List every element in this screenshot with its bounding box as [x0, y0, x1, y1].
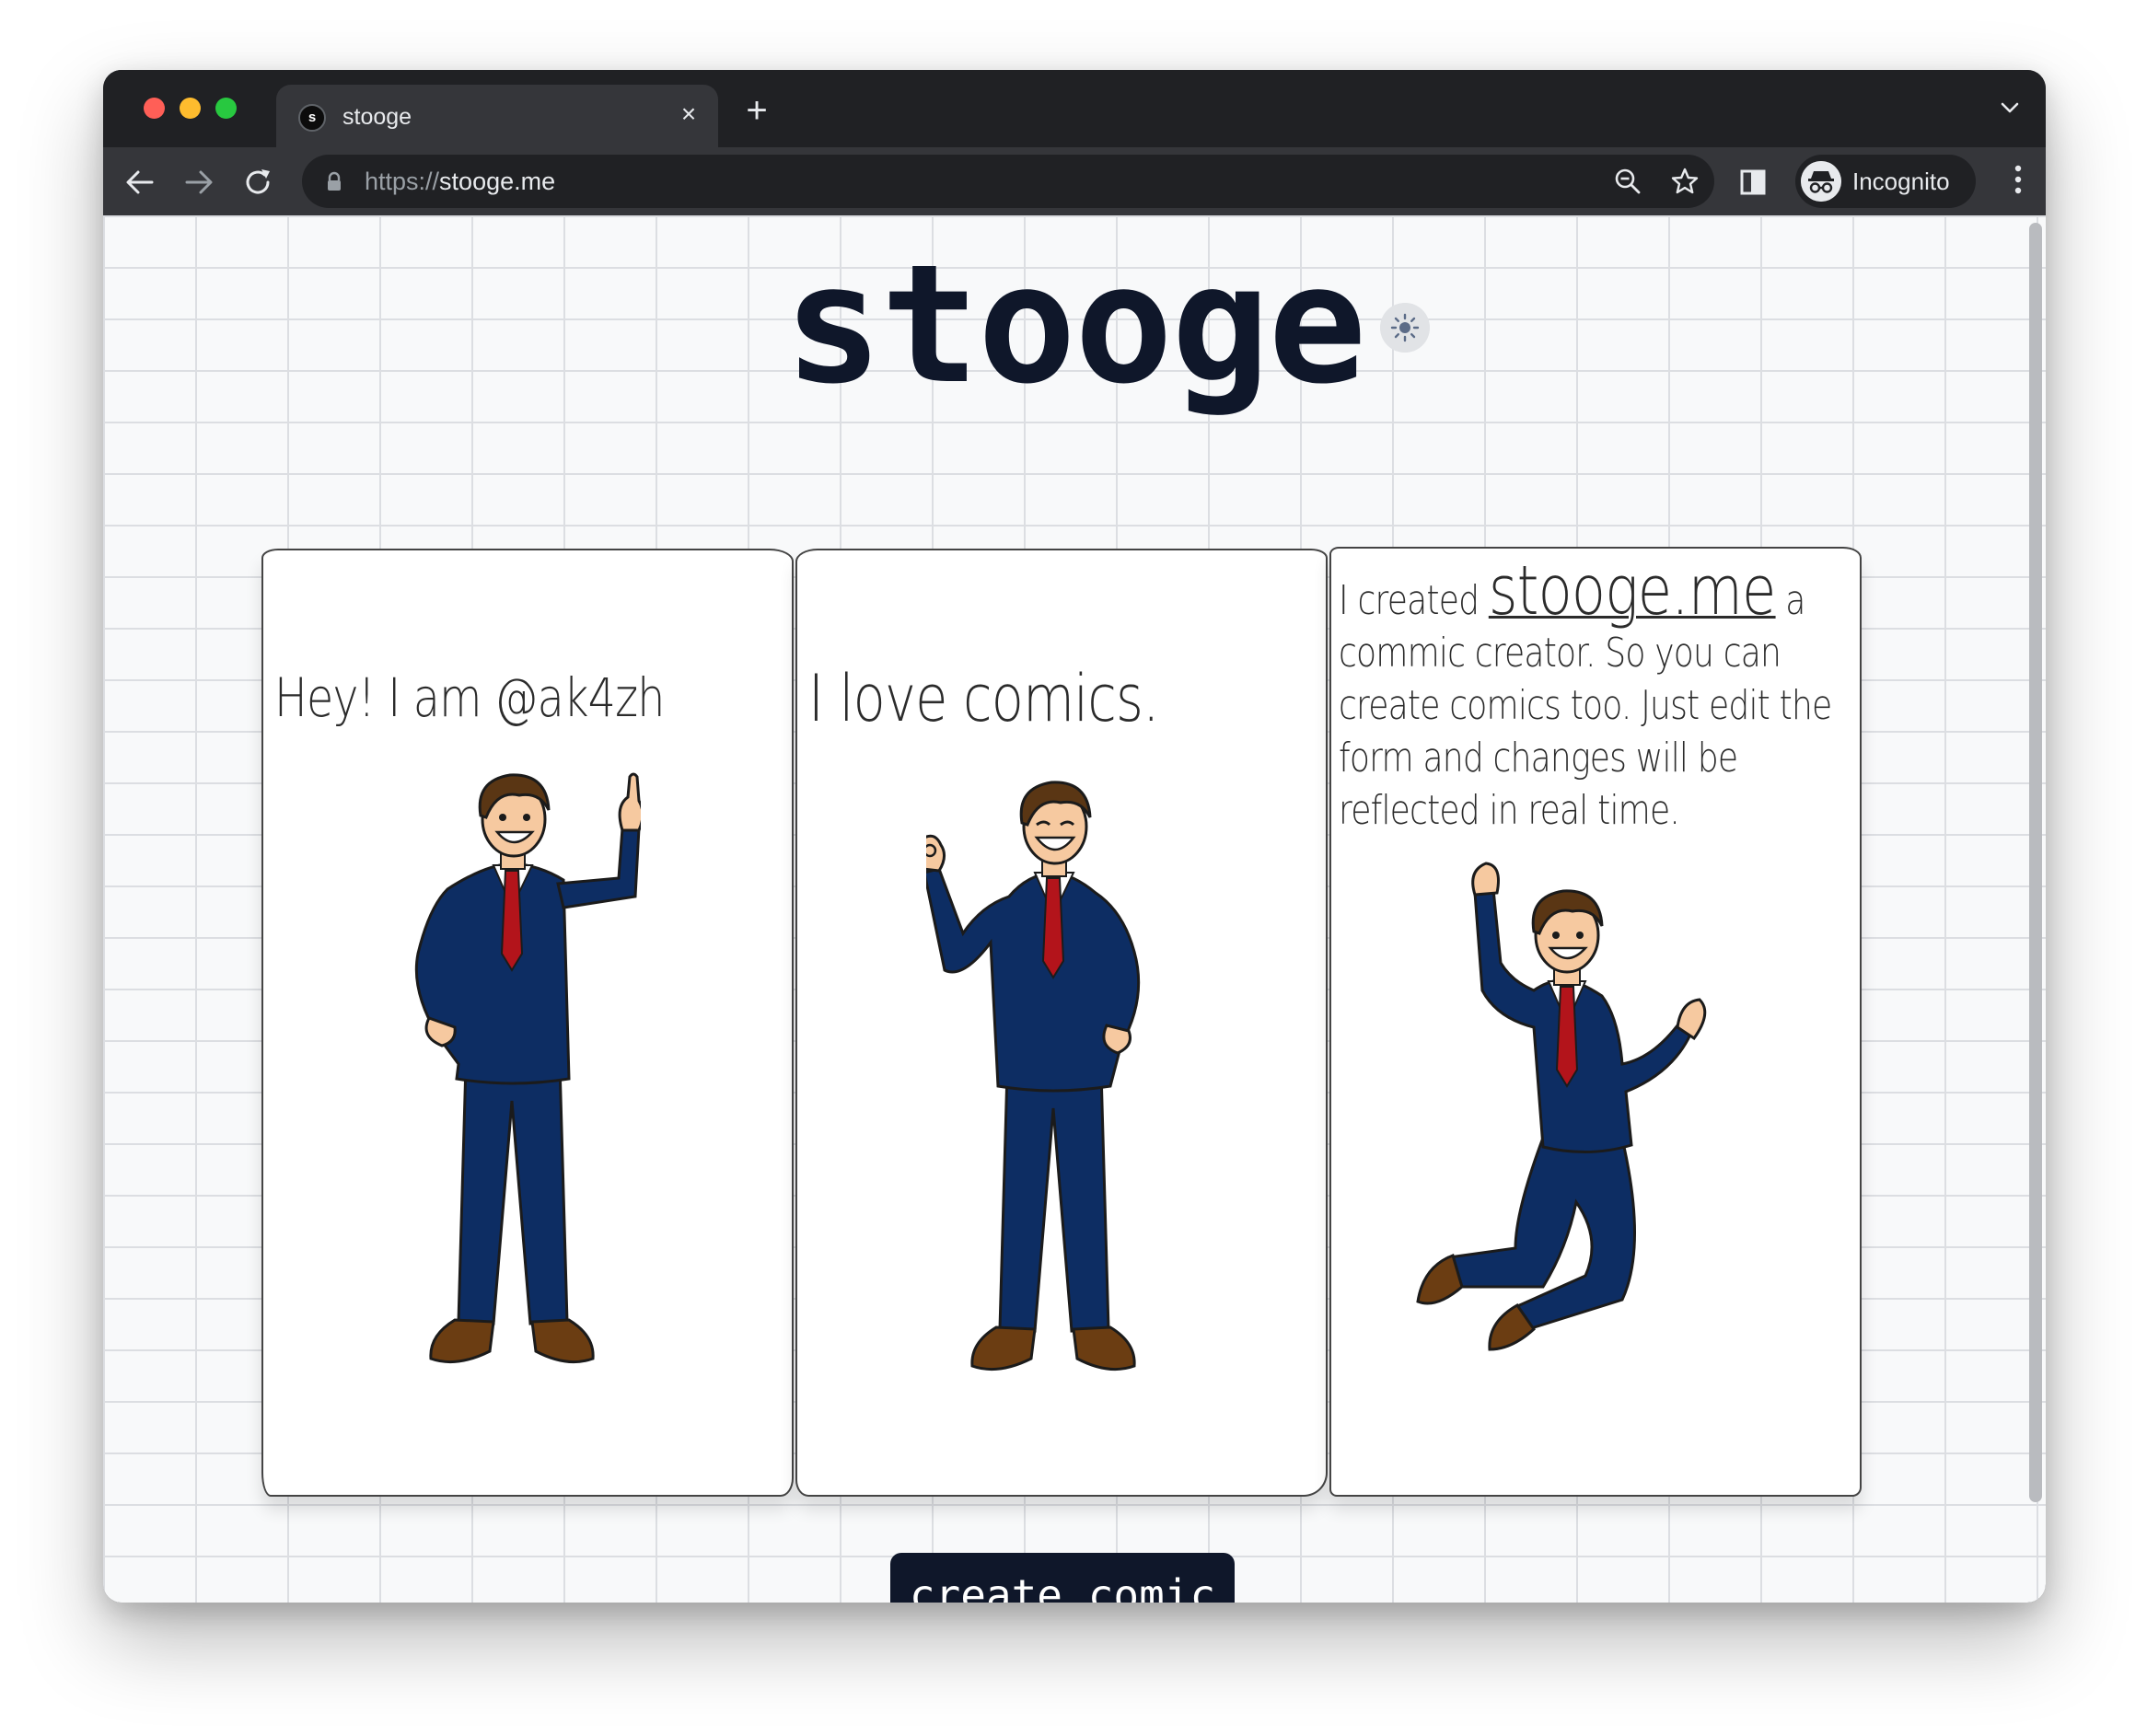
- incognito-icon: [1801, 161, 1841, 202]
- lock-icon: [328, 171, 341, 191]
- caption-text-before: I created: [1339, 577, 1489, 624]
- page-title: stooge: [783, 229, 1367, 420]
- tab-title: stooge: [342, 104, 412, 130]
- profile-label: Incognito: [1852, 168, 1950, 195]
- address-bar[interactable]: https://stooge.me: [302, 155, 1714, 208]
- tab-close-icon[interactable]: ×: [674, 99, 703, 129]
- businessman-pointing-illustration: [414, 772, 641, 1364]
- new-tab-button[interactable]: +: [738, 92, 775, 129]
- create-comic-button[interactable]: create comic: [890, 1553, 1235, 1603]
- forward-arrow-icon[interactable]: [180, 164, 217, 201]
- bookmark-star-icon[interactable]: [1670, 167, 1700, 196]
- tab-stooge[interactable]: s stooge ×: [276, 85, 718, 147]
- panel-caption: I love comics.: [808, 661, 1159, 736]
- profile-button[interactable]: Incognito: [1795, 155, 1976, 208]
- back-arrow-icon[interactable]: [122, 164, 158, 201]
- close-window-button[interactable]: [144, 98, 165, 119]
- favicon-icon: s: [298, 104, 326, 132]
- browser-toolbar: https://stooge.me Incognito: [103, 147, 2046, 215]
- minimize-window-button[interactable]: [180, 98, 201, 119]
- comic-panel-3: I created stooge.me a commic creator. So…: [1329, 547, 1862, 1497]
- panel-caption-3: I created stooge.me a commic creator. So…: [1339, 557, 1854, 837]
- url-text[interactable]: https://stooge.me: [365, 168, 555, 196]
- sun-icon[interactable]: [1380, 303, 1430, 353]
- zoom-out-icon[interactable]: [1613, 167, 1642, 196]
- page-viewport: stooge Hey! I am @ak4zh I love comics. I…: [103, 215, 2046, 1603]
- businessman-jumping-illustration: [1416, 862, 1707, 1351]
- maximize-window-button[interactable]: [215, 98, 237, 119]
- comic-panel-2: I love comics.: [795, 549, 1328, 1497]
- scrollbar[interactable]: [2029, 223, 2042, 1502]
- side-panel-icon[interactable]: [1735, 164, 1771, 201]
- reload-icon[interactable]: [239, 164, 276, 201]
- url-scheme: https://: [365, 168, 440, 195]
- more-menu-icon[interactable]: [2014, 164, 2022, 195]
- businessman-ok-sign-illustration: [926, 781, 1141, 1371]
- browser-window: s stooge × + https://stooge.me Incognito…: [103, 70, 2046, 1603]
- tab-strip: s stooge × +: [103, 70, 2046, 147]
- url-host: stooge.me: [439, 168, 556, 195]
- stooge-link[interactable]: stooge.me: [1489, 551, 1777, 631]
- panel-caption: Hey! I am @ak4zh: [274, 666, 665, 729]
- chevron-down-icon[interactable]: [2000, 101, 2020, 114]
- comic-panel-1: Hey! I am @ak4zh: [261, 549, 794, 1497]
